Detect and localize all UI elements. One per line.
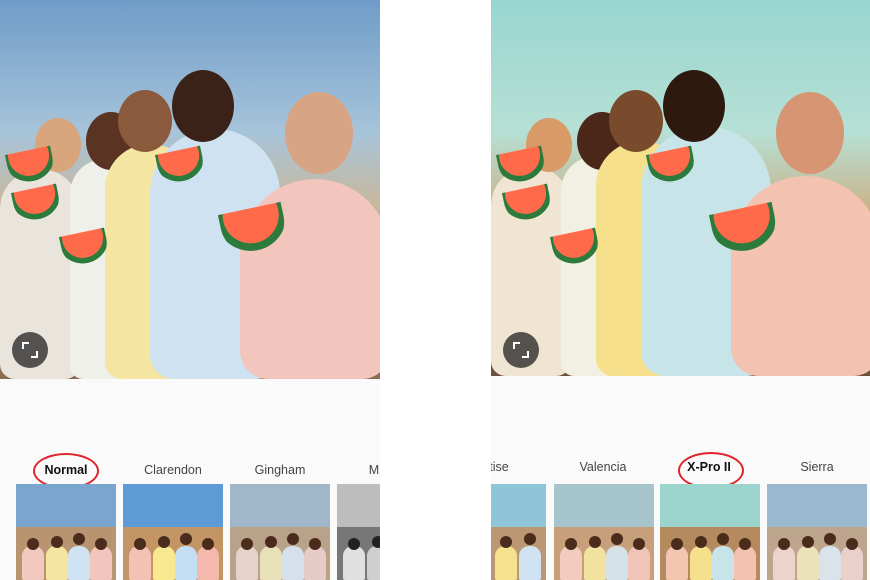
filter-label-strip: tise Valencia X-Pro II Sierra bbox=[491, 454, 870, 482]
filter-thumbnail-sierra[interactable] bbox=[767, 484, 867, 580]
filter-thumbnail-xpro-ii[interactable] bbox=[660, 484, 760, 580]
filter-label-clarendon[interactable]: Clarendon bbox=[144, 463, 202, 477]
photo-preview bbox=[491, 0, 870, 376]
filter-label-normal[interactable]: Normal bbox=[44, 463, 87, 477]
filter-label-xpro-ii[interactable]: X-Pro II bbox=[687, 460, 731, 474]
filter-thumbnail-gingham[interactable] bbox=[230, 484, 330, 580]
filter-label-valencia[interactable]: Valencia bbox=[579, 460, 626, 474]
filter-label-partial[interactable]: tise bbox=[491, 460, 509, 474]
expand-button[interactable] bbox=[503, 332, 539, 368]
left-editor-panel: Normal Clarendon Gingham M bbox=[0, 0, 380, 580]
filter-label-m[interactable]: M bbox=[369, 463, 379, 477]
filter-label-gingham[interactable]: Gingham bbox=[255, 463, 306, 477]
filter-thumbnail-normal[interactable] bbox=[16, 484, 116, 580]
filter-thumbnail-clarendon[interactable] bbox=[123, 484, 223, 580]
right-editor-panel: tise Valencia X-Pro II Sierra bbox=[491, 0, 870, 580]
filter-thumbnail-valencia[interactable] bbox=[554, 484, 654, 580]
expand-icon bbox=[513, 342, 529, 358]
photo-preview bbox=[0, 0, 380, 379]
filter-thumbnail-partial[interactable] bbox=[491, 484, 546, 580]
expand-button[interactable] bbox=[12, 332, 48, 368]
expand-icon bbox=[22, 342, 38, 358]
filter-label-strip: Normal Clarendon Gingham M bbox=[0, 457, 380, 485]
filter-thumbnail-m[interactable] bbox=[337, 484, 380, 580]
filter-label-sierra[interactable]: Sierra bbox=[800, 460, 833, 474]
